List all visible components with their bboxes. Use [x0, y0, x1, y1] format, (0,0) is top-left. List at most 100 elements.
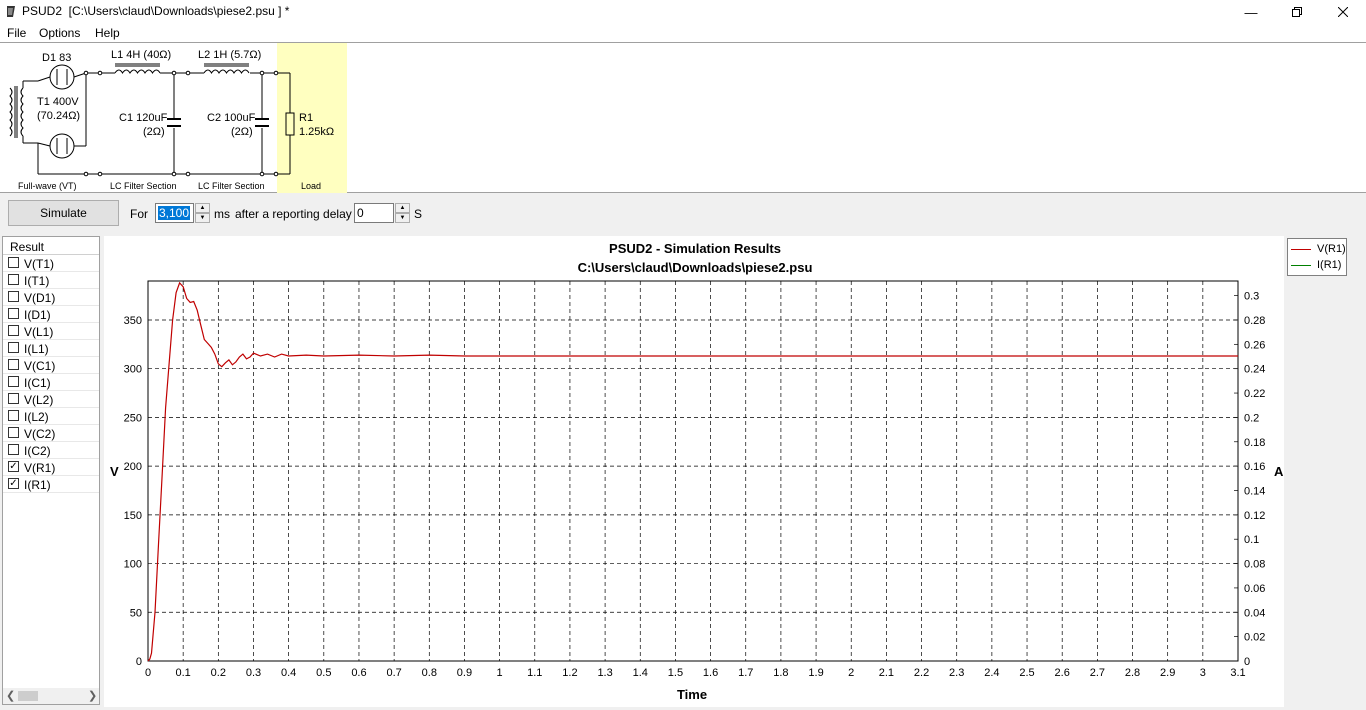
for-label: For	[130, 207, 148, 221]
transformer-icon[interactable]	[9, 80, 38, 144]
label-l2: L2 1H (5.7Ω)	[198, 49, 261, 61]
duration-value: 3,100	[158, 206, 191, 220]
x-tick-label: 0.9	[457, 667, 472, 679]
result-checkbox[interactable]	[8, 393, 19, 404]
ms-label: ms	[214, 207, 230, 221]
result-checkbox[interactable]: ✓	[8, 461, 19, 472]
delay-spinner[interactable]: ▲ ▼	[395, 203, 410, 223]
x-tick-label: 1.8	[773, 667, 788, 679]
inductor-l2-icon[interactable]	[203, 63, 250, 74]
result-checkbox[interactable]	[8, 291, 19, 302]
result-checkbox[interactable]	[8, 427, 19, 438]
result-checkbox[interactable]	[8, 274, 19, 285]
simulation-chart: PSUD2 - Simulation Results C:\Users\clau…	[110, 241, 1284, 702]
result-checkbox[interactable]	[8, 444, 19, 455]
minimize-button[interactable]: —	[1228, 0, 1274, 24]
result-item[interactable]: V(C1)	[3, 357, 99, 374]
y2-tick-label: 0.16	[1244, 461, 1265, 473]
horizontal-scrollbar[interactable]: ❮ ❯	[3, 688, 99, 704]
chart-title: PSUD2 - Simulation Results	[609, 241, 781, 256]
x-tick-label: 3	[1200, 667, 1206, 679]
result-item[interactable]: I(D1)	[3, 306, 99, 323]
menu-help[interactable]: Help	[95, 26, 120, 40]
minimize-icon: —	[1244, 4, 1258, 20]
restore-button[interactable]	[1274, 0, 1320, 24]
capacitor-c2-icon[interactable]	[255, 73, 269, 174]
spin-down-icon[interactable]: ▼	[395, 213, 410, 223]
x-tick-label: 1.7	[738, 667, 753, 679]
plot-frame	[147, 280, 1239, 662]
legend-label-ir1: I(R1)	[1317, 259, 1342, 271]
result-item[interactable]: ✓ V(R1)	[3, 459, 99, 476]
y2-tick-label: 0.1	[1244, 534, 1259, 546]
y-tick-label: 100	[124, 559, 142, 571]
restore-icon	[1292, 7, 1302, 17]
spin-up-icon[interactable]: ▲	[195, 203, 210, 213]
result-item[interactable]: V(L2)	[3, 391, 99, 408]
scroll-right-icon[interactable]: ❯	[88, 689, 97, 702]
scroll-thumb[interactable]	[18, 691, 38, 701]
x-tick-label: 1.1	[527, 667, 542, 679]
result-checkbox[interactable]	[8, 308, 19, 319]
result-label: I(L2)	[24, 410, 49, 424]
spin-down-icon[interactable]: ▼	[195, 213, 210, 223]
capacitor-c1-icon[interactable]	[167, 73, 181, 174]
section-rectifier-label[interactable]: Full-wave (VT)	[18, 181, 77, 191]
close-button[interactable]	[1320, 0, 1366, 24]
y2-axis-title: A	[1274, 464, 1284, 479]
result-item[interactable]: I(C2)	[3, 442, 99, 459]
result-item[interactable]: V(D1)	[3, 289, 99, 306]
x-tick-label: 2.5	[1019, 667, 1034, 679]
result-checkbox[interactable]	[8, 359, 19, 370]
result-item[interactable]: V(T1)	[3, 255, 99, 272]
menu-options[interactable]: Options	[39, 26, 80, 40]
result-item[interactable]: V(C2)	[3, 425, 99, 442]
scroll-left-icon[interactable]: ❮	[6, 689, 15, 702]
result-label: I(D1)	[24, 308, 51, 322]
result-label: I(C1)	[24, 376, 51, 390]
menu-file[interactable]: File	[7, 26, 26, 40]
section-load-label[interactable]: Load	[301, 181, 321, 191]
result-label: V(L2)	[24, 393, 54, 407]
inductor-l1-icon[interactable]	[114, 63, 161, 74]
x-tick-label: 1.4	[633, 667, 648, 679]
y2-tick-label: 0.24	[1244, 364, 1265, 376]
y-tick-label: 150	[124, 510, 142, 522]
label-c2-value: C2 100uF	[207, 112, 256, 124]
x-tick-label: 0	[145, 667, 151, 679]
result-item[interactable]: V(L1)	[3, 323, 99, 340]
result-header[interactable]: Result	[3, 237, 99, 255]
simulate-button[interactable]: Simulate	[8, 200, 119, 226]
duration-input[interactable]: 3,100	[155, 203, 194, 223]
spin-up-icon[interactable]: ▲	[395, 203, 410, 213]
result-header-label: Result	[10, 240, 45, 254]
result-item[interactable]: I(C1)	[3, 374, 99, 391]
x-tick-label: 0.4	[281, 667, 296, 679]
result-label: V(C2)	[24, 427, 56, 441]
result-checkbox[interactable]	[8, 325, 19, 336]
section-filter2-label[interactable]: LC Filter Section	[198, 181, 265, 191]
y2-tick-label: 0.22	[1244, 388, 1265, 400]
result-checkbox[interactable]	[8, 342, 19, 353]
y2-tick-label: 0.18	[1244, 437, 1265, 449]
result-item[interactable]: I(T1)	[3, 272, 99, 289]
section-filter1-label[interactable]: LC Filter Section	[110, 181, 177, 191]
x-tick-label: 2.3	[949, 667, 964, 679]
result-checkbox[interactable]: ✓	[8, 478, 19, 489]
result-label: I(T1)	[24, 274, 50, 288]
y-tick-label: 50	[130, 607, 142, 619]
close-icon	[1338, 7, 1348, 17]
delay-input[interactable]: 0	[354, 203, 394, 223]
result-checkbox[interactable]	[8, 257, 19, 268]
result-checkbox[interactable]	[8, 410, 19, 421]
x-tick-label: 2.7	[1090, 667, 1105, 679]
resistor-r1-icon[interactable]	[285, 73, 295, 174]
legend-line-vr1	[1291, 249, 1311, 250]
result-item[interactable]: I(L1)	[3, 340, 99, 357]
x-tick-label: 3.1	[1230, 667, 1245, 679]
result-item[interactable]: I(L2)	[3, 408, 99, 425]
x-tick-label: 1.6	[703, 667, 718, 679]
duration-spinner[interactable]: ▲ ▼	[195, 203, 210, 223]
result-checkbox[interactable]	[8, 376, 19, 387]
result-item[interactable]: ✓ I(R1)	[3, 476, 99, 493]
